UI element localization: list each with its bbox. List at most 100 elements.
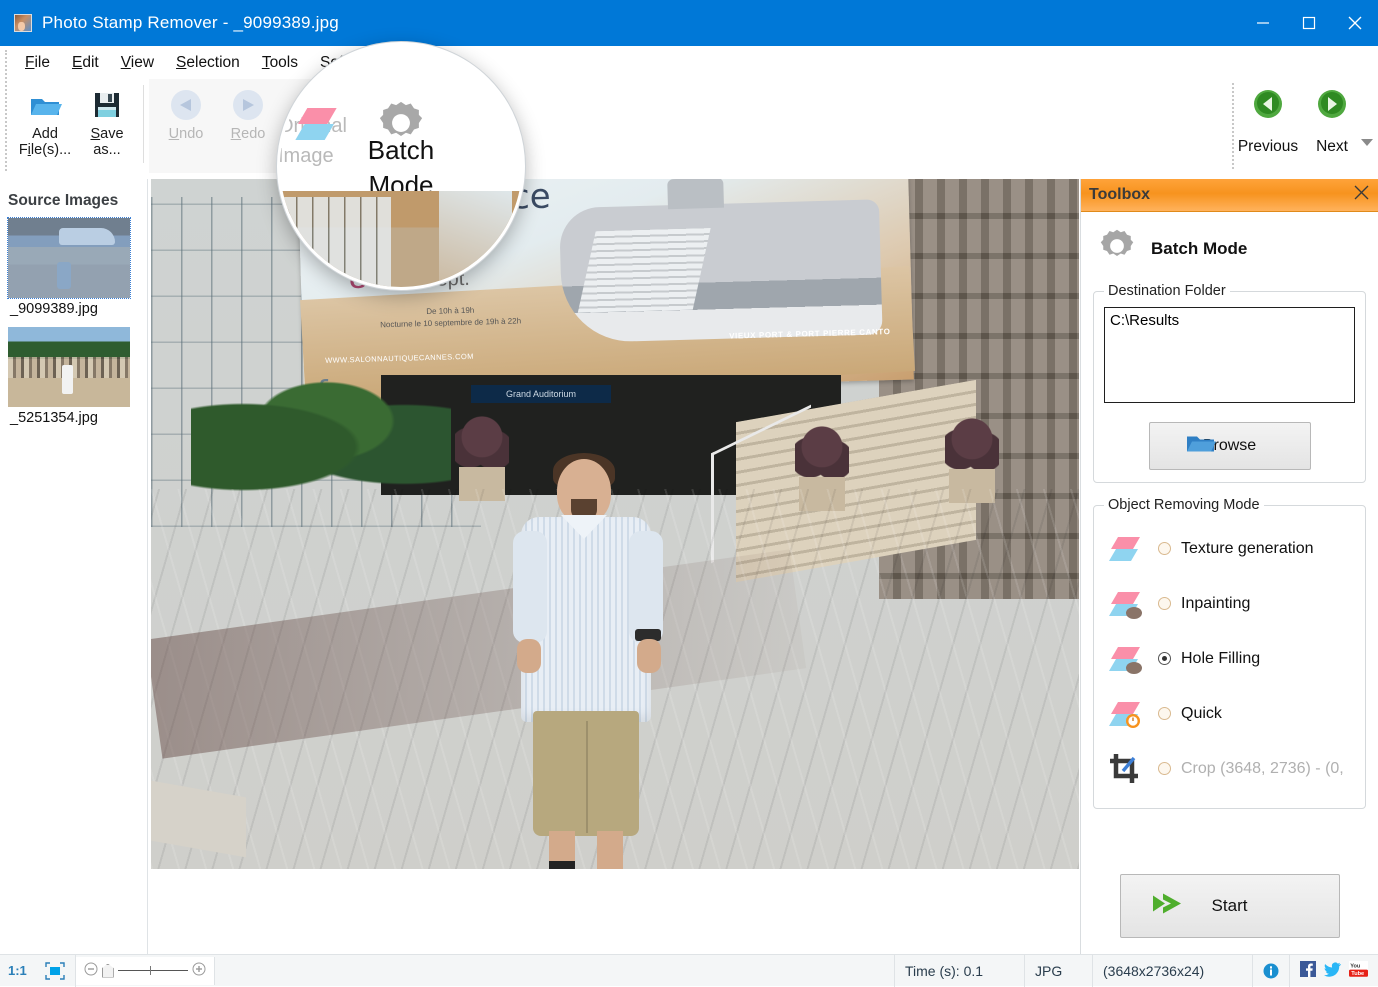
photo-auditorium-sign: Grand Auditorium xyxy=(471,385,611,403)
mode-option-label: Quick xyxy=(1181,705,1222,723)
add-files-icon xyxy=(28,87,62,123)
toolbox-body: Batch Mode Destination Folder xyxy=(1081,212,1378,954)
facebook-icon[interactable] xyxy=(1300,961,1316,980)
toolbox-panel: Toolbox Batch Mode Destination xyxy=(1080,179,1378,954)
radio-indicator[interactable] xyxy=(1158,707,1171,720)
add-files-button[interactable]: AddFile(s)... xyxy=(14,79,76,158)
title-bar: Photo Stamp Remover - _9099389.jpg xyxy=(0,0,1378,46)
mode-option-label: Texture generation xyxy=(1181,540,1314,558)
eraser-clock-icon xyxy=(1104,699,1148,729)
workspace: Source Images _9099389.jpg _5251354.jpg xyxy=(0,179,1378,954)
close-button[interactable] xyxy=(1332,0,1378,46)
redo-button[interactable]: Redo xyxy=(217,79,279,142)
fit-to-window-button[interactable] xyxy=(35,955,76,987)
status-spacer xyxy=(215,955,895,987)
toolbox-mode-header: Batch Mode xyxy=(1097,226,1366,271)
mode-option-label: Crop (3648, 2736) - (0, xyxy=(1181,760,1344,778)
minimize-button[interactable] xyxy=(1240,0,1286,46)
menu-view[interactable]: View xyxy=(110,52,165,74)
zoom-out-icon[interactable] xyxy=(84,962,98,979)
twitter-icon[interactable] xyxy=(1324,962,1341,980)
mode-option-quick[interactable]: Quick xyxy=(1104,686,1355,741)
gear-icon xyxy=(1097,226,1137,271)
mode-option-crop[interactable]: Crop (3648, 2736) - (0, xyxy=(1104,741,1355,796)
radio-indicator[interactable] xyxy=(1158,762,1171,775)
file-tool-group: AddFile(s)... Saveas... xyxy=(14,79,149,173)
photo-ground-slab xyxy=(151,781,246,858)
photo-person xyxy=(513,459,663,869)
toolbar-separator xyxy=(143,85,144,163)
folder-icon xyxy=(1186,433,1216,460)
radio-indicator[interactable] xyxy=(1158,652,1171,665)
mode-option-label: Inpainting xyxy=(1181,595,1250,613)
maximize-button[interactable] xyxy=(1286,0,1332,46)
billboard-yacht xyxy=(559,199,883,343)
browse-row: Browse xyxy=(1104,422,1355,470)
object-removing-mode-group: Object Removing Mode Texture generation xyxy=(1093,497,1366,809)
browse-button[interactable]: Browse xyxy=(1149,422,1311,470)
status-bar: 1:1 Time (s): 0.1 JPG (3648x2736x24) xyxy=(0,954,1378,986)
image-canvas[interactable]: al Plaisance Cannes 8-13 sept. De 10h à … xyxy=(148,179,1080,954)
close-icon[interactable] xyxy=(1353,184,1370,206)
thumbnail-image[interactable] xyxy=(8,327,130,407)
redo-icon xyxy=(231,87,265,123)
radio-indicator[interactable] xyxy=(1158,597,1171,610)
start-row: Start xyxy=(1093,874,1366,938)
photo-ground-shadow xyxy=(151,549,806,758)
browse-label: Browse xyxy=(1150,437,1310,455)
start-button[interactable]: Start xyxy=(1120,874,1340,938)
thumbnail-label: _5251354.jpg xyxy=(8,407,130,432)
image-dimensions: (3648x2736x24) xyxy=(1093,955,1253,987)
add-files-label: AddFile(s)... xyxy=(19,126,71,158)
social-links: YouTube xyxy=(1290,961,1378,980)
toolbar-overflow-caret-icon[interactable] xyxy=(1360,134,1374,152)
window-title: Photo Stamp Remover - _9099389.jpg xyxy=(42,13,339,33)
radio-indicator[interactable] xyxy=(1158,542,1171,555)
destination-folder-group: Destination Folder Browse xyxy=(1093,283,1366,483)
menu-edit[interactable]: Edit xyxy=(61,52,110,74)
processing-time: Time (s): 0.1 xyxy=(895,955,1025,987)
next-button[interactable]: Next xyxy=(1300,79,1364,156)
source-images-title: Source Images xyxy=(8,192,147,210)
zoom-slider[interactable] xyxy=(76,957,215,985)
toolbox-mode-title: Batch Mode xyxy=(1151,239,1247,259)
list-item[interactable]: _9099389.jpg xyxy=(8,218,130,323)
undo-icon xyxy=(169,87,203,123)
menu-bar: File Edit View Selection Tools SoftBits … xyxy=(0,46,1378,79)
photo-palms xyxy=(191,369,451,499)
eraser-hole-icon xyxy=(1104,644,1148,674)
main-toolbar: AddFile(s)... Saveas... xyxy=(0,79,1378,179)
destination-folder-input[interactable] xyxy=(1104,307,1355,403)
zoom-slider-handle[interactable] xyxy=(102,964,114,978)
magnifier-content: OriginalImage BatchMode move xyxy=(280,45,522,287)
crop-icon xyxy=(1104,752,1148,786)
destination-folder-legend: Destination Folder xyxy=(1104,283,1230,299)
zoom-slider-track[interactable] xyxy=(118,970,188,971)
mode-option-hole-filling[interactable]: Hole Filling xyxy=(1104,631,1355,686)
menu-selection[interactable]: Selection xyxy=(165,52,251,74)
previous-button[interactable]: Previous xyxy=(1236,79,1300,156)
application-window: Photo Stamp Remover - _9099389.jpg File … xyxy=(0,0,1378,986)
navigation-tool-group: Previous Next xyxy=(1236,79,1378,156)
save-as-button[interactable]: Saveas... xyxy=(76,79,138,158)
mode-option-inpainting[interactable]: Inpainting xyxy=(1104,576,1355,631)
info-button[interactable] xyxy=(1253,955,1290,987)
mode-option-texture-generation[interactable]: Texture generation xyxy=(1104,521,1355,576)
app-icon xyxy=(14,14,32,32)
thumbnail-image[interactable] xyxy=(8,218,130,298)
youtube-icon[interactable]: YouTube xyxy=(1349,961,1368,980)
toolbox-header: Toolbox xyxy=(1081,179,1378,212)
photo-planter xyxy=(451,409,513,501)
menu-file[interactable]: File xyxy=(14,52,61,74)
previous-label: Previous xyxy=(1238,138,1298,156)
magnified-photo-strip xyxy=(280,191,522,287)
zoom-in-icon[interactable] xyxy=(192,962,206,979)
svg-text:You: You xyxy=(1350,963,1361,969)
undo-button[interactable]: Undo xyxy=(155,79,217,142)
magnifier-overlay: OriginalImage BatchMode move xyxy=(277,42,525,290)
next-icon xyxy=(1317,89,1347,124)
list-item[interactable]: _5251354.jpg xyxy=(8,327,130,432)
selection-tint xyxy=(8,218,130,298)
zoom-ratio-label: 1:1 xyxy=(0,963,35,978)
object-removing-mode-legend: Object Removing Mode xyxy=(1104,497,1264,513)
